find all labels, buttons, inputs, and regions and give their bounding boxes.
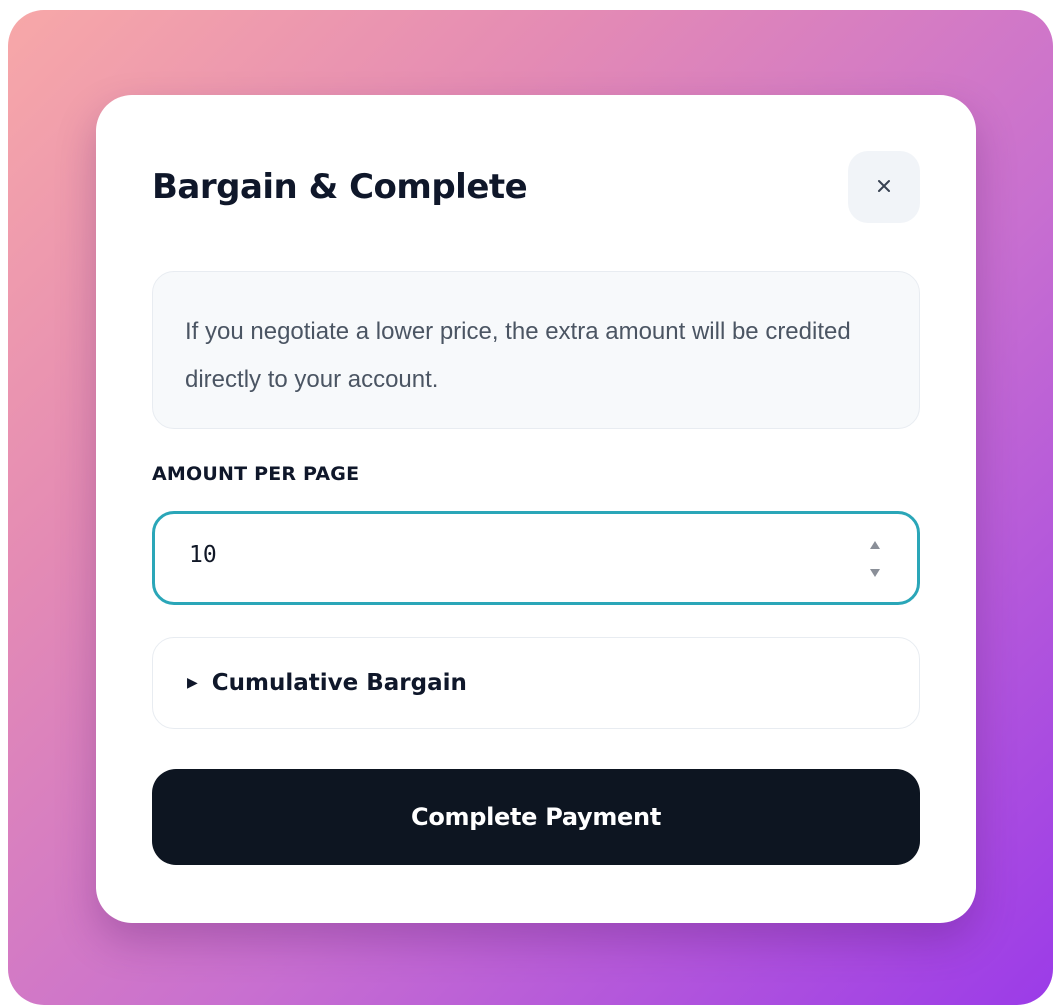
bargain-dialog: Bargain & Complete If you negotiate a lo… — [96, 95, 976, 923]
chevron-down-icon[interactable] — [869, 568, 881, 578]
cumulative-bargain-toggle[interactable]: ▶ Cumulative Bargain — [152, 637, 920, 729]
number-spinner[interactable] — [867, 540, 883, 578]
page-backdrop: Bargain & Complete If you negotiate a lo… — [8, 10, 1053, 1005]
info-notice: If you negotiate a lower price, the extr… — [152, 271, 920, 429]
close-button[interactable] — [848, 151, 920, 223]
chevron-up-icon[interactable] — [869, 540, 881, 550]
close-icon — [876, 178, 892, 197]
amount-per-page-input[interactable]: 10 — [152, 511, 920, 605]
amount-per-page-label: AMOUNT PER PAGE — [152, 463, 360, 485]
complete-payment-button[interactable]: Complete Payment — [152, 769, 920, 865]
cumulative-bargain-label: Cumulative Bargain — [211, 670, 467, 696]
amount-value: 10 — [189, 542, 217, 568]
dialog-title: Bargain & Complete — [152, 167, 528, 207]
expand-caret-icon: ▶ — [187, 675, 198, 691]
